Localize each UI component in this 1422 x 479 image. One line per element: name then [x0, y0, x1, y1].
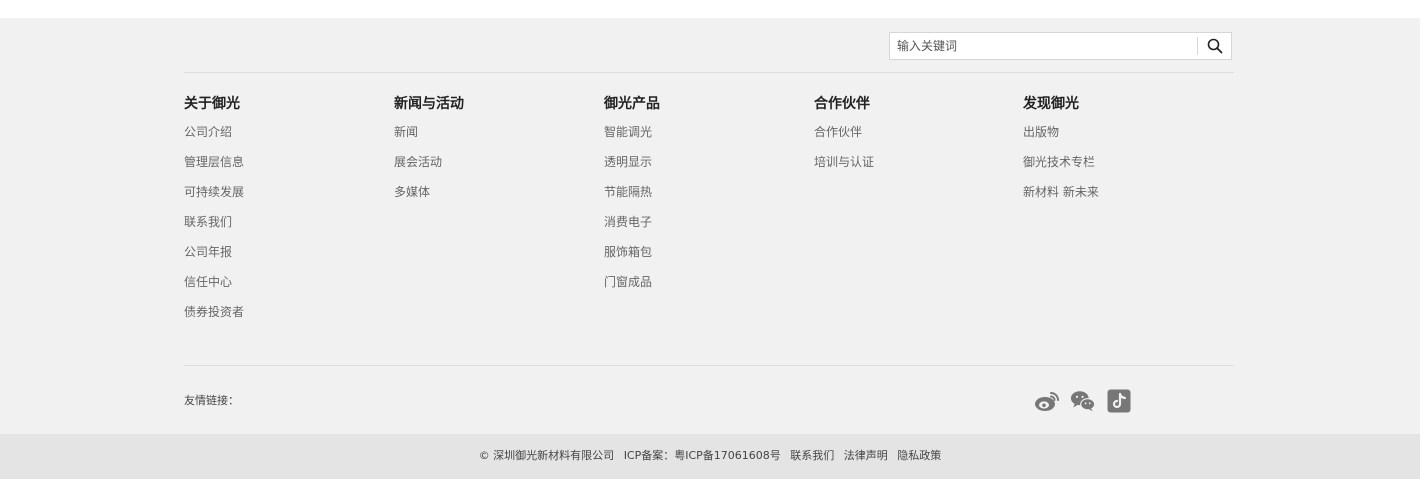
footer-link[interactable]: 展会活动 — [394, 147, 594, 177]
wechat-icon[interactable] — [1070, 389, 1096, 413]
search-button[interactable] — [1198, 33, 1231, 59]
footer-link[interactable]: 培训与认证 — [814, 147, 1014, 177]
footer-column-discover: 发现御光 出版物 御光技术专栏 新材料 新未来 — [1023, 95, 1223, 207]
copyright-bar: © 深圳御光新材料有限公司 ICP备案：粤ICP备17061608号 联系我们 … — [0, 434, 1420, 479]
friend-links-label: 友情链接： — [184, 394, 239, 407]
contact-link[interactable]: 联系我们 — [790, 449, 834, 462]
footer-search — [889, 32, 1232, 60]
footer-link[interactable]: 透明显示 — [604, 147, 804, 177]
column-title: 关于御光 — [184, 96, 240, 112]
footer-link[interactable]: 公司介绍 — [184, 117, 384, 147]
footer-link[interactable]: 新闻 — [394, 117, 594, 147]
footer-link[interactable]: 债券投资者 — [184, 297, 384, 327]
footer-column-about: 关于御光 公司介绍 管理层信息 可持续发展 联系我们 公司年报 信任中心 债券投… — [184, 95, 384, 327]
footer-link[interactable]: 新材料 新未来 — [1023, 177, 1223, 207]
footer-link[interactable]: 联系我们 — [184, 207, 384, 237]
footer-link[interactable]: 消费电子 — [604, 207, 804, 237]
douyin-icon[interactable] — [1106, 389, 1132, 413]
footer-link[interactable]: 公司年报 — [184, 237, 384, 267]
weibo-icon[interactable] — [1034, 389, 1060, 413]
search-input[interactable] — [890, 33, 1196, 59]
privacy-link[interactable]: 隐私政策 — [897, 449, 941, 462]
footer-column-partners: 合作伙伴 合作伙伴 培训与认证 — [814, 95, 1014, 177]
legal-link[interactable]: 法律声明 — [844, 449, 888, 462]
footer-link[interactable]: 智能调光 — [604, 117, 804, 147]
column-title: 合作伙伴 — [814, 96, 870, 112]
footer-column-products: 御光产品 智能调光 透明显示 节能隔热 消费电子 服饰箱包 门窗成品 — [604, 95, 804, 297]
divider-bottom — [184, 365, 1234, 366]
footer-link[interactable]: 御光技术专栏 — [1023, 147, 1223, 177]
column-title: 发现御光 — [1023, 96, 1079, 112]
copyright-text: © 深圳御光新材料有限公司 — [478, 449, 615, 462]
footer-link[interactable]: 信任中心 — [184, 267, 384, 297]
footer-link[interactable]: 多媒体 — [394, 177, 594, 207]
footer-link[interactable]: 服饰箱包 — [604, 237, 804, 267]
footer-link[interactable]: 门窗成品 — [604, 267, 804, 297]
footer-link[interactable]: 可持续发展 — [184, 177, 384, 207]
footer-column-news: 新闻与活动 新闻 展会活动 多媒体 — [394, 95, 594, 207]
column-title: 新闻与活动 — [394, 96, 464, 112]
footer-link[interactable]: 节能隔热 — [604, 177, 804, 207]
column-title: 御光产品 — [604, 96, 660, 112]
social-links — [1034, 389, 1132, 413]
footer-link[interactable]: 合作伙伴 — [814, 117, 1014, 147]
icp-link[interactable]: ICP备案：粤ICP备17061608号 — [624, 449, 781, 462]
footer-link[interactable]: 出版物 — [1023, 117, 1223, 147]
search-icon — [1207, 38, 1222, 54]
divider-top — [184, 72, 1234, 73]
footer-link[interactable]: 管理层信息 — [184, 147, 384, 177]
